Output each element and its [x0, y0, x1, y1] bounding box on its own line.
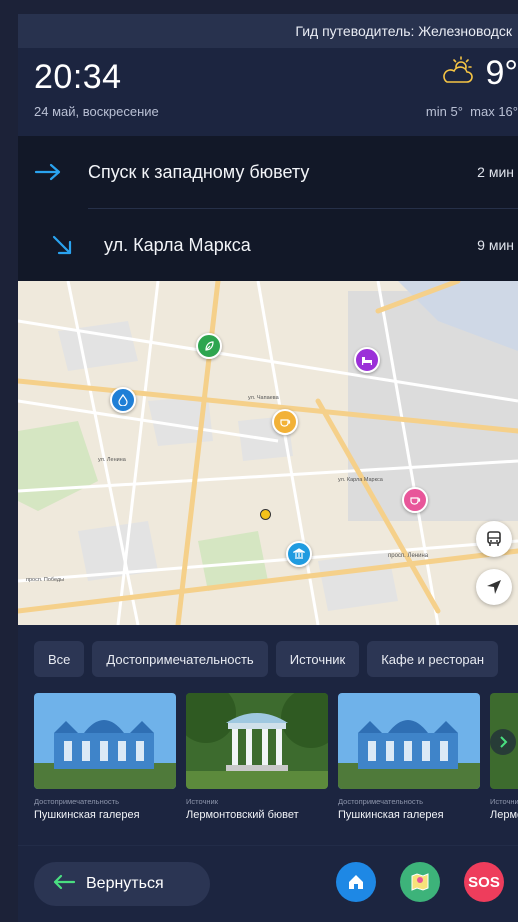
place-card[interactable]: Источник Лермонтовский бювет: [490, 693, 518, 835]
place-category: Достопримечательность: [34, 797, 119, 806]
sos-button[interactable]: SOS: [464, 862, 504, 902]
current-time: 20:34: [34, 58, 122, 96]
route-name: Спуск к западному бювету: [88, 161, 310, 182]
app-window: Гид путеводитель: Железноводск 20:34 24 …: [18, 14, 518, 922]
place-photo: [490, 693, 518, 789]
clock-panel: 20:34 24 май, воскресение 9° min 5° max …: [18, 48, 518, 136]
route-item[interactable]: ул. Карла Маркса 9 мин: [52, 208, 518, 281]
place-category: Источник: [490, 797, 518, 806]
max-temperature: max 16°: [470, 104, 518, 119]
sos-label: SOS: [468, 873, 500, 891]
current-date: 24 май, воскресение: [34, 104, 159, 119]
filter-chip-cafes[interactable]: Кафе и ресторан: [367, 641, 499, 677]
current-location-marker: [260, 509, 271, 520]
place-name: Лермонтовский бювет: [490, 809, 518, 821]
min-temperature: min 5°: [425, 104, 463, 119]
route-time: 9 мин: [477, 237, 514, 253]
map-base: ул. Чапаева ул. Ленина просп. Ленина ул.…: [18, 281, 518, 625]
park-marker-icon[interactable]: [196, 333, 222, 359]
street-label: просп. Победы: [26, 577, 64, 583]
place-name: Пушкинская галерея: [34, 809, 140, 821]
arrow-down-right-icon: [34, 233, 104, 257]
filter-chip-sights[interactable]: Достопримечательность: [92, 641, 268, 677]
weather-widget: 9°: [439, 54, 518, 93]
place-name: Пушкинская галерея: [338, 809, 444, 821]
place-category: Источник: [186, 797, 219, 806]
temperature-range: min 5° max 16°: [426, 104, 518, 119]
place-photo: [34, 693, 176, 789]
water-source-marker-icon[interactable]: [110, 387, 136, 413]
place-card[interactable]: Источник Лермонтовский бювет: [186, 693, 328, 835]
current-temperature: 9°: [485, 54, 518, 92]
bus-icon[interactable]: [476, 521, 512, 557]
route-name: ул. Карла Маркса: [104, 234, 251, 255]
place-card[interactable]: Достопримечательность Пушкинская галерея: [338, 693, 480, 835]
back-button[interactable]: Вернуться: [34, 862, 210, 906]
route-list: Спуск к западному бювету 2 мин ул. Карла…: [18, 136, 518, 281]
place-name: Лермонтовский бювет: [186, 809, 299, 821]
museum-marker-icon[interactable]: [286, 541, 312, 567]
street-label: ул. Чапаева: [248, 395, 280, 401]
back-button-label: Вернуться: [86, 875, 164, 892]
navigation-arrow-icon[interactable]: [476, 569, 512, 605]
cafe-marker-icon[interactable]: [402, 487, 428, 513]
chevron-right-icon[interactable]: [490, 729, 516, 755]
arrow-right-icon: [18, 162, 88, 182]
street-label: просп. Ленина: [388, 553, 429, 559]
street-label: ул. Ленина: [98, 457, 127, 463]
places-carousel: Достопримечательность Пушкинская галерея…: [18, 693, 518, 835]
category-filter-bar: Все Достопримечательность Источник Кафе …: [18, 625, 518, 693]
filter-chip-sources[interactable]: Источник: [275, 641, 360, 677]
filter-chip-all[interactable]: Все: [34, 641, 85, 677]
city-map[interactable]: ул. Чапаева ул. Ленина просп. Ленина ул.…: [18, 281, 518, 625]
route-time: 2 мин: [477, 164, 514, 180]
hotel-marker-icon[interactable]: [354, 347, 380, 373]
place-card[interactable]: Достопримечательность Пушкинская галерея: [34, 693, 176, 835]
place-category: Достопримечательность: [338, 797, 423, 806]
home-icon[interactable]: [336, 862, 376, 902]
app-title: Гид путеводитель: Железноводск: [295, 23, 512, 39]
street-label: ул. Карла Маркса: [338, 477, 384, 483]
arrow-left-icon: [52, 874, 76, 895]
place-photo: [186, 693, 328, 789]
place-photo: [338, 693, 480, 789]
cafe-marker-icon[interactable]: [272, 409, 298, 435]
route-item[interactable]: Спуск к западному бювету 2 мин: [18, 136, 518, 208]
title-bar: Гид путеводитель: Железноводск: [18, 14, 518, 48]
map-icon[interactable]: [400, 862, 440, 902]
bottom-bar: Вернуться SOS: [18, 845, 518, 922]
partly-cloudy-icon: [439, 56, 479, 91]
